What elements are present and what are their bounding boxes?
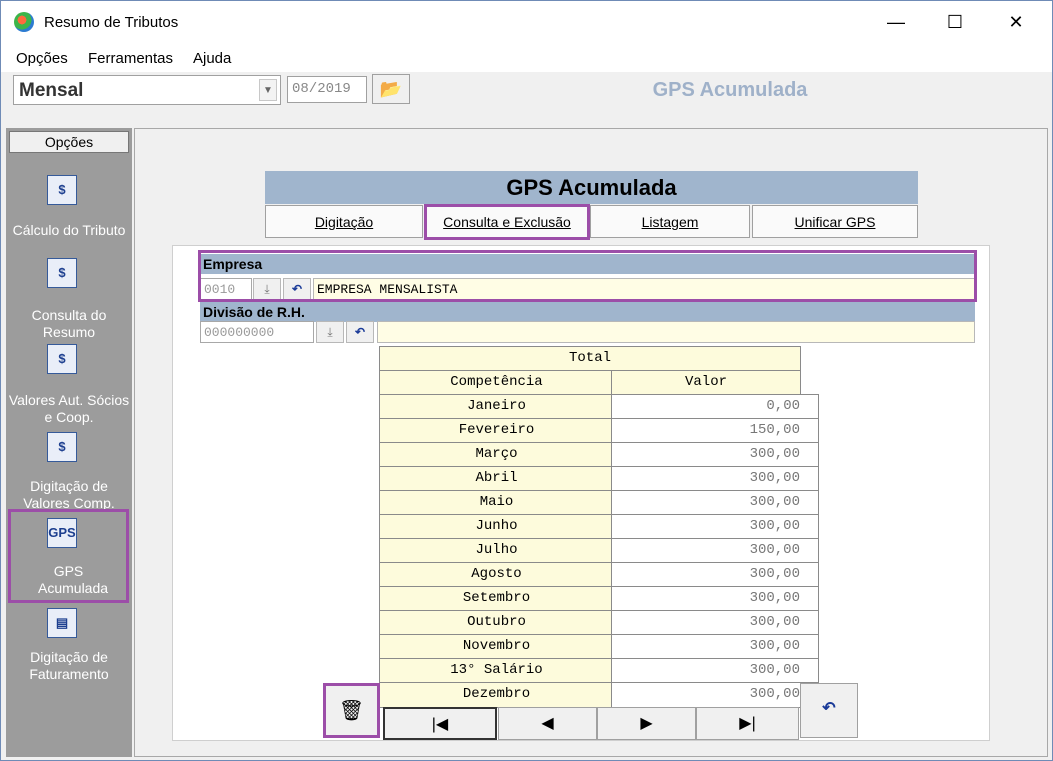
competencia-cell: Junho: [379, 514, 614, 540]
tab-listagem[interactable]: Listagem: [590, 205, 750, 238]
valor-cell: 300,00: [611, 682, 819, 708]
undo-icon[interactable]: ↶: [346, 321, 374, 343]
period-value: Mensal: [19, 80, 84, 101]
valor-cell: 300,00: [611, 490, 819, 516]
table-row[interactable]: Novembro 300,00: [379, 634, 819, 660]
valor-cell: 300,00: [611, 634, 819, 660]
valor-cell: 300,00: [611, 658, 819, 684]
divisao-name-field[interactable]: [377, 321, 975, 343]
valor-cell: 300,00: [611, 538, 819, 564]
competencia-cell: Novembro: [379, 634, 614, 660]
competencia-cell: Janeiro: [379, 394, 614, 420]
table-row[interactable]: Agosto 300,00: [379, 562, 819, 588]
document-icon[interactable]: $: [47, 432, 77, 462]
competencia-cell: Outubro: [379, 610, 614, 636]
valor-cell: 300,00: [611, 466, 819, 492]
undo-button[interactable]: ↶: [800, 683, 858, 738]
folder-icon: 📂: [379, 79, 403, 99]
valor-cell: 300,00: [611, 610, 819, 636]
competencia-cell: 13° Salário: [379, 658, 614, 684]
competencia-cell: Fevereiro: [379, 418, 614, 444]
competencia-cell: Setembro: [379, 586, 614, 612]
menu-ajuda[interactable]: Ajuda: [193, 50, 231, 67]
table-row[interactable]: Maio 300,00: [379, 490, 819, 516]
nav-prev-button[interactable]: ◀: [498, 707, 597, 740]
table-caption: Total: [379, 346, 801, 372]
tab-unificar-gps[interactable]: Unificar GPS: [752, 205, 918, 238]
competencia-cell: Março: [379, 442, 614, 468]
nav-first-button[interactable]: |◀: [383, 707, 497, 740]
table-row[interactable]: Dezembro 300,00: [379, 682, 819, 708]
table-row[interactable]: Abril 300,00: [379, 466, 819, 492]
competencia-cell: Julho: [379, 538, 614, 564]
sidebar-item-digitacao-valores[interactable]: Digitação de Valores Comp.: [6, 478, 132, 512]
computer-icon[interactable]: $: [47, 258, 77, 288]
table-header-row: Competência Valor: [379, 370, 801, 396]
valor-cell: 150,00: [611, 418, 819, 444]
menu-ferramentas[interactable]: Ferramentas: [88, 50, 173, 67]
competencia-cell: Dezembro: [379, 682, 614, 708]
empresa-highlight: [198, 250, 977, 302]
sidebar-item-consulta[interactable]: Consulta do Resumo: [6, 307, 132, 341]
sidebar-item-calculo[interactable]: Cálculo do Tributo: [6, 222, 132, 239]
menu-opcoes[interactable]: Opções: [16, 50, 68, 67]
sidebar-item-valores-aut[interactable]: Valores Aut. Sócios e Coop.: [6, 392, 132, 426]
sidebar-item-digitacao-faturamento[interactable]: Digitação de Faturamento: [6, 649, 132, 683]
app-icon: [14, 12, 34, 32]
tab-digitacao[interactable]: Digitação: [265, 205, 423, 238]
valor-cell: 0,00: [611, 394, 819, 420]
open-folder-button[interactable]: 📂: [372, 74, 410, 104]
valor-cell: 300,00: [611, 586, 819, 612]
panel-title: GPS Acumulada: [265, 171, 918, 204]
download-icon[interactable]: ⤓: [316, 321, 344, 343]
active-tab-highlight: [424, 204, 590, 240]
competencia-cell: Agosto: [379, 562, 614, 588]
undo-icon: ↶: [822, 700, 836, 717]
divisao-label: Divisão de R.H.: [200, 302, 975, 322]
people-icon[interactable]: $: [47, 344, 77, 374]
screen-title: GPS Acumulada: [652, 79, 808, 101]
competencia-cell: Maio: [379, 490, 614, 516]
divisao-code-input[interactable]: 000000000: [200, 321, 314, 343]
table-row[interactable]: 13° Salário 300,00: [379, 658, 819, 684]
table-caption-row: Total: [379, 346, 801, 372]
close-button[interactable]: ✕: [1006, 12, 1026, 32]
nav-next-button[interactable]: ▶: [597, 707, 696, 740]
date-input[interactable]: 08/2019: [287, 76, 367, 103]
valor-cell: 300,00: [611, 514, 819, 540]
delete-button[interactable]: 🗑: [323, 683, 380, 738]
sidebar-item-gps-acumulada[interactable]: GPS Acumulada: [8, 563, 129, 597]
nav-last-button[interactable]: ▶|: [696, 707, 799, 740]
table-row[interactable]: Outubro 300,00: [379, 610, 819, 636]
valor-cell: 300,00: [611, 562, 819, 588]
book-icon[interactable]: ▤: [47, 608, 77, 638]
chevron-down-icon[interactable]: ▼: [259, 79, 277, 101]
column-header-competencia: Competência: [379, 370, 614, 396]
maximize-button[interactable]: ☐: [945, 12, 965, 32]
sidebar-header[interactable]: Opções: [9, 131, 129, 153]
table-row[interactable]: Setembro 300,00: [379, 586, 819, 612]
table-row[interactable]: Fevereiro 150,00: [379, 418, 819, 444]
table-row[interactable]: Janeiro 0,00: [379, 394, 819, 420]
gps-icon[interactable]: GPS: [47, 518, 77, 548]
table-row[interactable]: Março 300,00: [379, 442, 819, 468]
competencia-cell: Abril: [379, 466, 614, 492]
table-row[interactable]: Julho 300,00: [379, 538, 819, 564]
trash-icon: 🗑: [338, 700, 365, 722]
calculator-icon[interactable]: $: [47, 175, 77, 205]
table-row[interactable]: Junho 300,00: [379, 514, 819, 540]
valor-cell: 300,00: [611, 442, 819, 468]
column-header-valor: Valor: [611, 370, 801, 396]
window-title: Resumo de Tributos: [44, 14, 179, 31]
minimize-button[interactable]: —: [886, 12, 906, 32]
